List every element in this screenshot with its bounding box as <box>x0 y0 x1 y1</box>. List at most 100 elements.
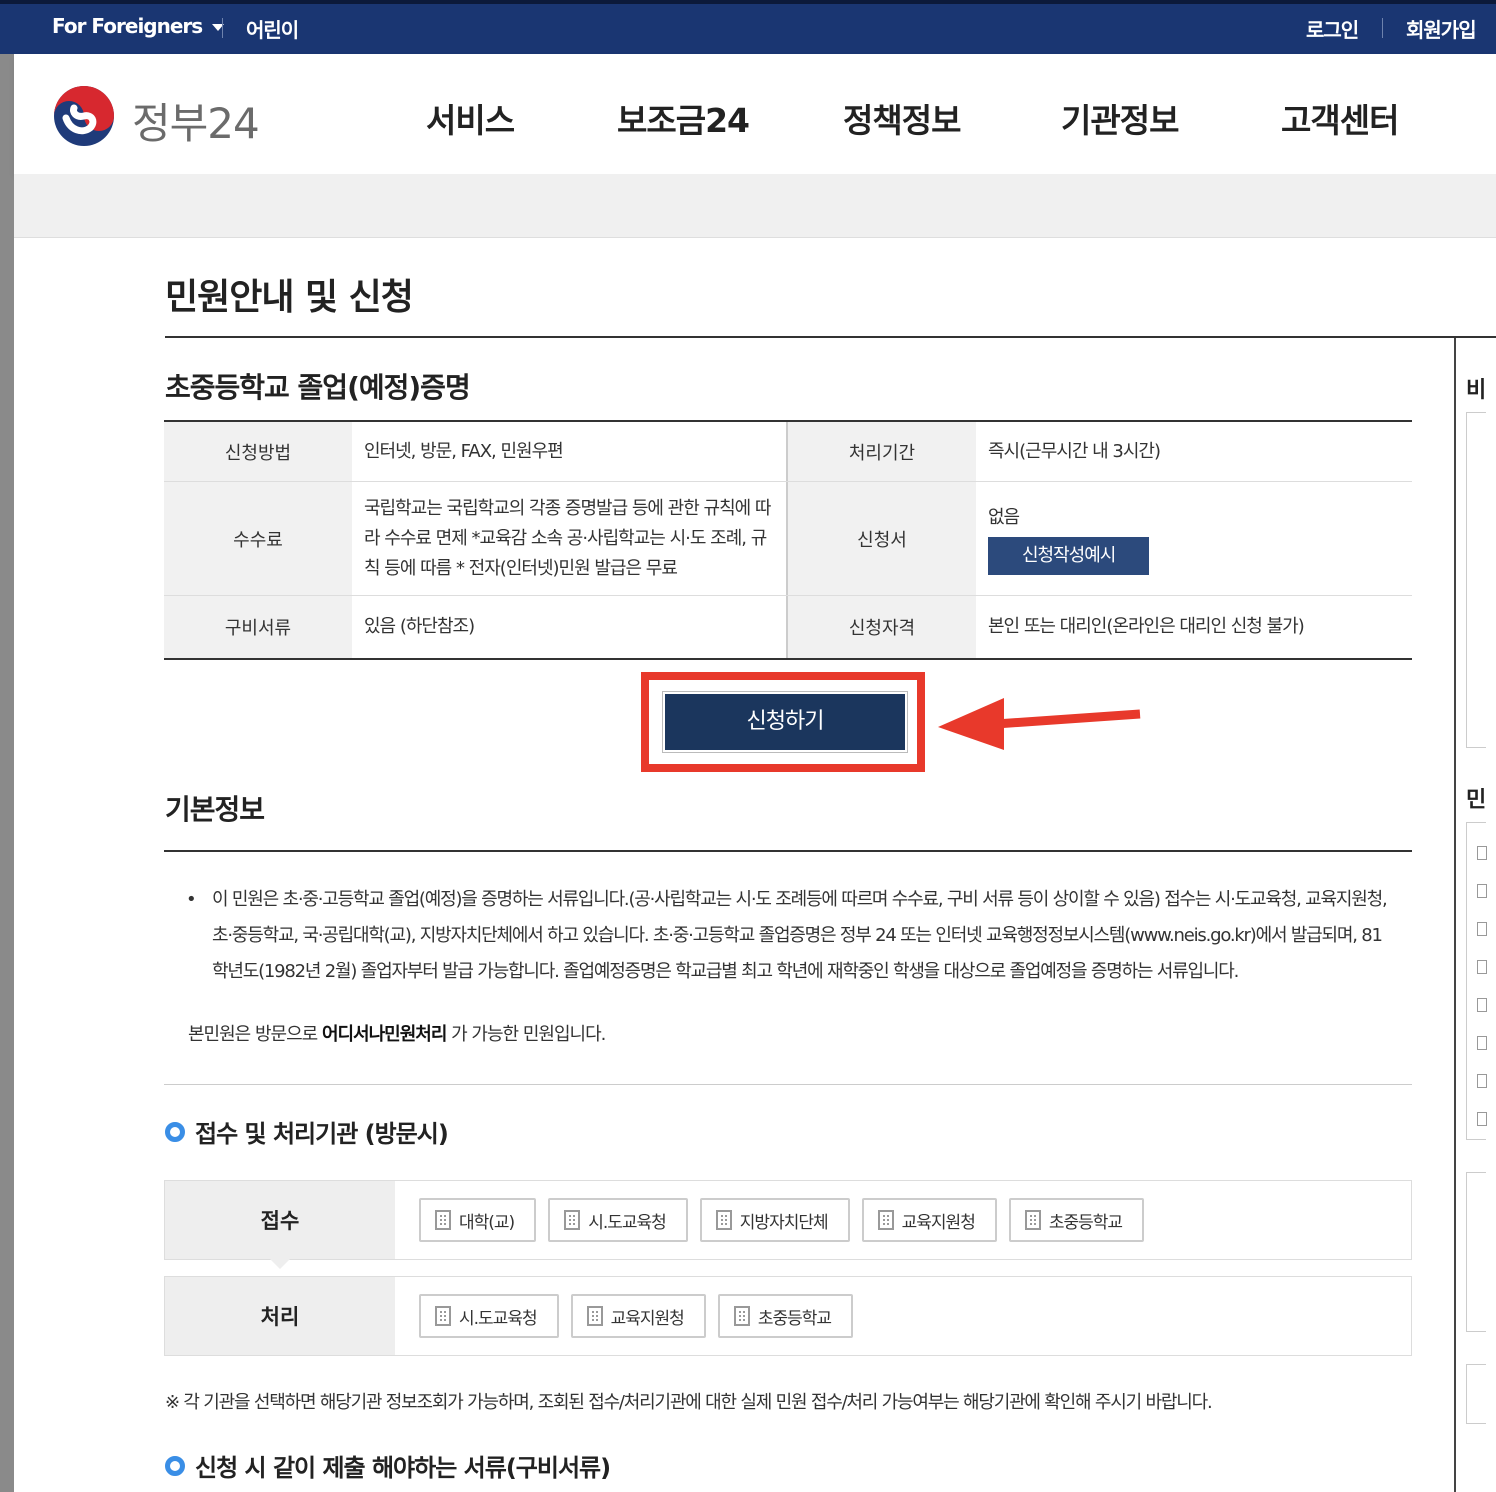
form-value: 없음 <box>988 506 1020 528</box>
divider <box>1454 338 1456 1492</box>
bullet-icon: • <box>186 889 197 910</box>
building-icon <box>564 1210 581 1230</box>
org-label: 시.도교육청 <box>588 1212 667 1233</box>
org-button-school[interactable]: 초중등학교 <box>717 1294 854 1338</box>
org-label: 지방자치단체 <box>739 1212 829 1233</box>
checkbox[interactable] <box>1477 884 1487 898</box>
visit-note-bold: 어디서나민원처리 <box>321 1024 447 1045</box>
org-button-school[interactable]: 초중등학교 <box>1008 1198 1145 1242</box>
docs-value: 있음 (하단참조) <box>352 596 788 658</box>
ring-bullet-icon <box>165 1121 185 1142</box>
fee-label: 수수료 <box>164 482 352 595</box>
building-icon <box>1024 1210 1041 1230</box>
sidebar-panel <box>1466 1172 1486 1332</box>
for-foreigners-menu[interactable]: For Foreigners <box>52 14 225 38</box>
fee-value: 국립학교는 국립학교의 각종 증명발급 등에 관한 규칙에 따라 수수료 면제 … <box>352 482 788 595</box>
checkbox[interactable] <box>1477 922 1487 936</box>
orgs-heading: 접수 및 처리기관 (방문시) <box>165 1114 449 1149</box>
divider <box>1382 18 1383 38</box>
basic-info-heading: 기본정보 <box>165 793 265 826</box>
checkbox[interactable] <box>1477 998 1487 1012</box>
qualification-value: 본인 또는 대리인(온라인은 대리인 신청 불가) <box>988 616 1305 637</box>
org-label: 초중등학교 <box>1048 1212 1123 1233</box>
process-org-list: 시.도교육청 교육지원청 초중등학교 <box>395 1277 854 1355</box>
divider <box>165 336 1496 338</box>
form-example-button[interactable]: 신청작성예시 <box>988 536 1150 575</box>
org-label: 초중등학교 <box>757 1308 832 1329</box>
org-footnote: ※ 각 기관을 선택하면 해당기관 정보조회가 가능하며, 조회된 접수/처리기… <box>165 1392 1213 1413</box>
checkbox[interactable] <box>1477 1074 1487 1088</box>
org-button-university[interactable]: 대학(교) <box>419 1198 537 1242</box>
org-button-education-support-office[interactable]: 교육지원청 <box>570 1294 706 1338</box>
building-icon <box>586 1306 603 1326</box>
qualification-label: 신청자격 <box>788 596 976 658</box>
top-utility-bar: For Foreigners 어린이 로그인 회원가입 <box>0 0 1496 54</box>
org-button-local-government[interactable]: 지방자치단체 <box>699 1198 850 1242</box>
table-row: 구비서류 있음 (하단참조) 신청자격 본인 또는 대리인(온라인은 대리인 신… <box>164 596 1412 658</box>
visit-note-prefix: 본민원은 방문으로 <box>188 1024 322 1045</box>
nav-item-services[interactable]: 서비스 <box>426 94 515 142</box>
form-label: 신청서 <box>788 482 976 595</box>
sidebar-panel <box>1466 412 1486 748</box>
red-arrow-icon <box>938 698 1141 750</box>
org-label: 교육지원청 <box>610 1308 685 1329</box>
org-button-education-support-office[interactable]: 교육지원청 <box>861 1198 997 1242</box>
sidebar-panel <box>1466 1364 1486 1424</box>
login-link[interactable]: 로그인 <box>1306 14 1359 43</box>
description-text: 이 민원은 초·중·고등학교 졸업(예정)을 증명하는 서류입니다.(공·사립학… <box>212 889 1388 982</box>
org-button-provincial-education-office[interactable]: 시.도교육청 <box>548 1198 688 1242</box>
checkbox[interactable] <box>1477 1036 1487 1050</box>
signup-link[interactable]: 회원가입 <box>1406 14 1477 43</box>
receive-org-list: 대학(교) 시.도교육청 지방자치단체 교육지원청 초중등학교 <box>395 1181 1145 1259</box>
process-org-row: 처리 시.도교육청 교육지원청 초중등학교 <box>164 1276 1412 1356</box>
ring-bullet-icon <box>165 1455 185 1476</box>
table-row: 신청방법 인터넷, 방문, FAX, 민원우편 처리기간 즉시(근무시간 내 3… <box>164 422 1412 482</box>
sidebar-heading-cropped: 비 <box>1466 378 1487 403</box>
process-label: 처리 <box>165 1277 395 1355</box>
apply-button[interactable]: 신청하기 <box>665 694 905 750</box>
period-value: 즉시(근무시간 내 3시간) <box>988 440 1161 462</box>
org-button-provincial-education-office[interactable]: 시.도교육청 <box>419 1294 559 1338</box>
divider <box>164 850 1412 852</box>
table-row: 수수료 국립학교는 국립학교의 각종 증명발급 등에 관한 규칙에 따라 수수료… <box>164 482 1412 596</box>
service-name: 초중등학교 졸업(예정)증명 <box>165 371 471 404</box>
nav-item-customer-center[interactable]: 고객센터 <box>1281 94 1399 142</box>
divider <box>222 18 223 38</box>
checkbox[interactable] <box>1477 1112 1487 1126</box>
org-label: 대학(교) <box>459 1212 515 1233</box>
divider <box>164 1084 1412 1085</box>
building-icon <box>733 1306 750 1326</box>
checkbox[interactable] <box>1477 960 1487 974</box>
service-description: • 이 민원은 초·중·고등학교 졸업(예정)을 증명하는 서류입니다.(공·사… <box>186 882 1396 990</box>
sidebar-panel <box>1466 822 1486 1140</box>
nav-item-subsidy24[interactable]: 보조금24 <box>617 94 750 142</box>
method-value: 인터넷, 방문, FAX, 민원우편 <box>352 422 788 481</box>
for-foreigners-label: For Foreigners <box>52 14 203 38</box>
required-docs-heading: 신청 시 같이 제출 해야하는 서류(구비서류) <box>165 1448 611 1483</box>
method-label: 신청방법 <box>164 422 352 481</box>
form-value-cell: 없음 신청작성예시 <box>976 482 1412 595</box>
building-icon <box>715 1210 732 1230</box>
sub-header-band <box>14 174 1496 238</box>
brand-name[interactable]: 정부24 <box>132 90 260 151</box>
page-frame: 정부24 서비스 보조금24 정책정보 기관정보 고객센터 민원안내 및 신청 … <box>14 54 1496 1492</box>
site-header: 정부24 서비스 보조금24 정책정보 기관정보 고객센터 <box>14 54 1496 174</box>
receive-label: 접수 <box>165 1181 395 1269</box>
checkbox[interactable] <box>1477 846 1487 860</box>
building-icon <box>435 1210 451 1230</box>
org-label: 시.도교육청 <box>459 1308 538 1329</box>
visit-note-suffix: 가 가능한 민원입니다. <box>446 1024 606 1045</box>
gov-emblem-logo-icon[interactable] <box>52 84 116 148</box>
sidebar-heading-cropped: 민 <box>1466 788 1487 813</box>
required-docs-heading-text: 신청 시 같이 제출 해야하는 서류(구비서류) <box>195 1454 611 1482</box>
kids-link[interactable]: 어린이 <box>246 14 299 43</box>
receive-org-row: 접수 대학(교) 시.도교육청 지방자치단체 교육지원청 초중등학교 <box>164 1180 1412 1269</box>
page-title: 민원안내 및 신청 <box>165 277 414 318</box>
nav-item-agency-info[interactable]: 기관정보 <box>1061 94 1179 142</box>
orgs-heading-text: 접수 및 처리기관 (방문시) <box>195 1120 449 1148</box>
nav-item-policy-info[interactable]: 정책정보 <box>843 94 961 142</box>
building-icon <box>877 1210 894 1230</box>
org-label: 교육지원청 <box>901 1212 976 1233</box>
period-label: 처리기간 <box>788 422 976 481</box>
building-icon <box>435 1306 451 1326</box>
